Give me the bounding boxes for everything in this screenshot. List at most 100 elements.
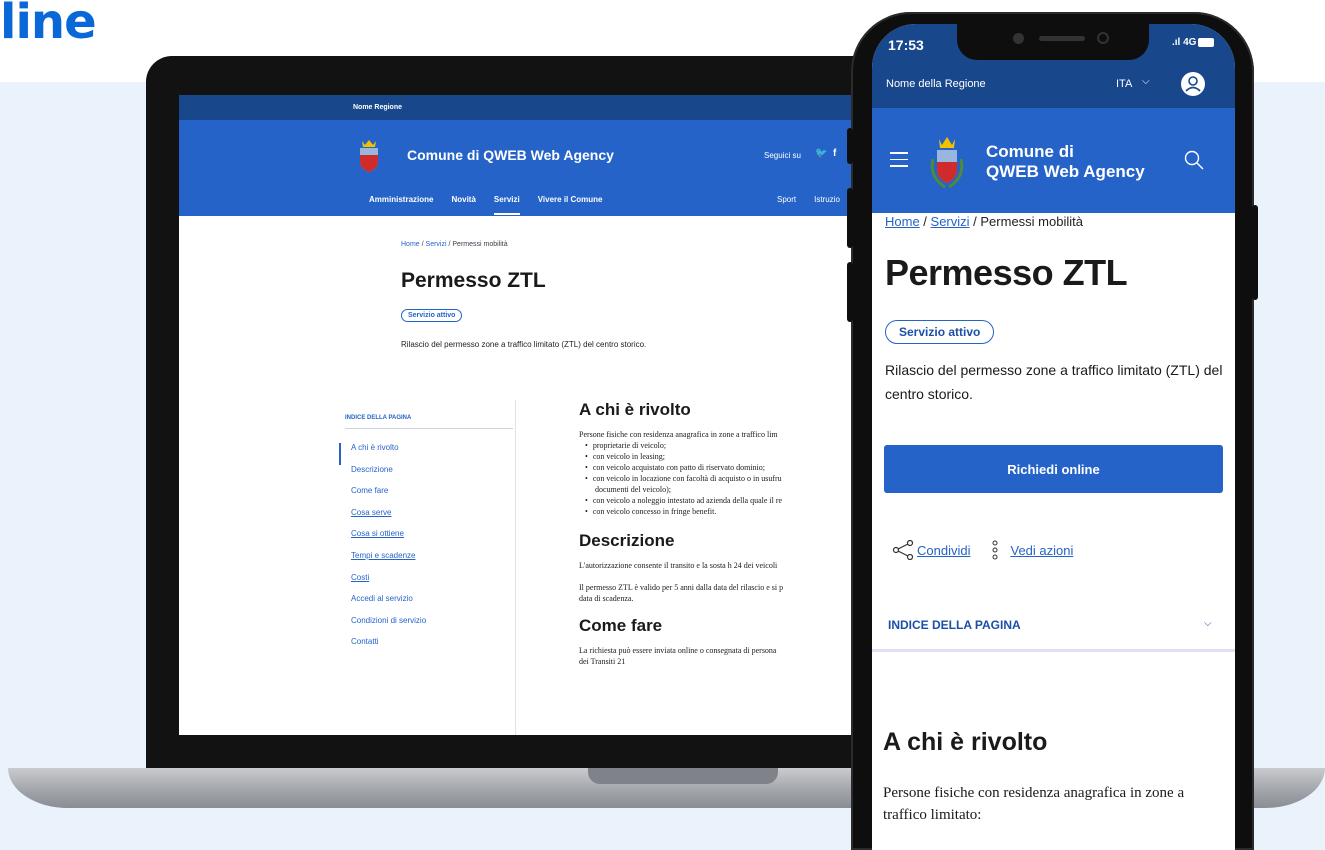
page-title: Permesso ZTL: [885, 252, 1128, 293]
network-label: 4G: [1183, 37, 1197, 48]
breadcrumb-current: Permessi mobilità: [452, 241, 508, 248]
main-nav: Amministrazione Novità Servizi Vivere il…: [369, 195, 602, 215]
share-link[interactable]: Condividi: [917, 543, 970, 558]
page-actions: Condividi Vedi azioni: [892, 540, 1073, 560]
index-item[interactable]: A chi è rivolto: [339, 443, 426, 465]
follow-label: Seguici su: [764, 151, 801, 160]
index-item[interactable]: Descrizione: [351, 465, 426, 487]
page-description: Rilascio del permesso zone a traffico li…: [885, 362, 1223, 402]
region-bar: Nome della Regione ITA ⌵: [872, 62, 1235, 108]
section-text: Persone fisiche con residenza anagrafica…: [579, 430, 778, 439]
hamburger-menu-icon[interactable]: [890, 152, 908, 172]
region-name[interactable]: Nome Regione: [353, 104, 402, 111]
nav-vivere[interactable]: Vivere il Comune: [538, 195, 603, 215]
breadcrumb: Home / Servizi / Permessi mobilità: [401, 241, 508, 248]
index-item[interactable]: Contatti: [351, 637, 426, 659]
region-name[interactable]: Nome della Regione: [886, 78, 986, 90]
request-online-button[interactable]: Richiedi online: [884, 445, 1223, 493]
nav-sport[interactable]: Sport: [777, 195, 796, 204]
more-actions-icon[interactable]: [992, 540, 998, 560]
sensor-icon: [1097, 32, 1109, 44]
language-selector[interactable]: ITA: [1116, 78, 1132, 90]
actions-link[interactable]: Vedi azioni: [1010, 543, 1073, 558]
facebook-icon[interactable]: f: [833, 148, 836, 159]
list-item: con veicolo a noleggio intestato ad azie…: [585, 495, 879, 506]
site-header: Comune di QWEB Web Agency Seguici su 🐦 f…: [179, 120, 879, 216]
index-item[interactable]: Come fare: [351, 486, 426, 508]
breadcrumb-home[interactable]: Home: [885, 214, 920, 229]
site-brand[interactable]: Comune di QWEB Web Agency: [407, 147, 614, 163]
index-item[interactable]: Condizioni di servizio: [351, 616, 426, 638]
who-list: proprietarie di veicolo; con veicolo in …: [585, 440, 879, 517]
index-item[interactable]: Cosa serve: [351, 508, 426, 530]
signal-icon: .ıl 4G: [1172, 37, 1197, 48]
coat-of-arms-icon[interactable]: [927, 135, 967, 195]
breadcrumb-current: Permessi mobilità: [980, 214, 1083, 229]
site-header: Comune di QWEB Web Agency: [872, 108, 1235, 213]
share-icon[interactable]: [892, 540, 914, 560]
chevron-down-icon[interactable]: ⌵: [1204, 618, 1212, 629]
page-title: Permesso ZTL: [401, 269, 546, 292]
breadcrumb-home[interactable]: Home: [401, 241, 420, 248]
section-title-desc: Descrizione: [579, 531, 675, 550]
list-item: con veicolo acquistato con patto di rise…: [585, 462, 879, 473]
page-index-label: INDICE DELLA PAGINA: [345, 415, 412, 421]
camera-icon: [1013, 33, 1024, 44]
speaker-icon: [1039, 36, 1085, 41]
page-index: A chi è rivolto Descrizione Come fare Co…: [339, 443, 426, 659]
nav-istruzione[interactable]: Istruzio: [814, 195, 840, 204]
phone-side-button: [847, 188, 853, 248]
section-title: A chi è rivolto: [883, 728, 1048, 756]
hero-title: line: [0, 0, 97, 50]
site-brand[interactable]: Comune di QWEB Web Agency: [986, 142, 1145, 182]
section-text: Il permesso ZTL è valido per 5 anni dall…: [579, 583, 784, 592]
nav-amministrazione[interactable]: Amministrazione: [369, 195, 433, 215]
section-text: L'autorizzazione consente il transito e …: [579, 561, 778, 570]
section-title-who: A chi è rivolto: [579, 400, 691, 419]
list-item: con veicolo in leasing;: [585, 451, 879, 462]
coat-of-arms-icon[interactable]: [357, 139, 381, 173]
index-vertical-divider: [515, 400, 516, 735]
phone-power-button: [1252, 205, 1258, 300]
section-text: La richiesta può essere inviata online o…: [579, 646, 777, 655]
breadcrumb: Home / Servizi / Permessi mobilità: [885, 214, 1083, 229]
section-text: data di scadenza.: [579, 594, 634, 603]
list-item: con veicolo in locazione con facoltà di …: [585, 473, 879, 484]
breadcrumb-servizi[interactable]: Servizi: [426, 241, 447, 248]
twitter-icon[interactable]: 🐦: [815, 148, 827, 159]
status-badge: Servizio attivo: [401, 309, 463, 322]
page-index-toggle[interactable]: INDICE DELLA PAGINA ⌵: [872, 606, 1235, 652]
nav-novita[interactable]: Novità: [451, 195, 475, 215]
search-icon[interactable]: [1184, 150, 1204, 170]
page-subtitle: Rilascio del permesso zone a traffico li…: [401, 340, 647, 349]
nav-servizi[interactable]: Servizi: [493, 195, 520, 215]
list-item: proprietarie di veicolo;: [585, 440, 879, 451]
chevron-down-icon[interactable]: ⌵: [1142, 76, 1150, 87]
list-item: con veicolo concesso in fringe benefit.: [585, 506, 879, 517]
region-bar: Nome Regione: [179, 95, 879, 120]
secondary-nav: Sport Istruzio: [777, 195, 840, 204]
phone-side-button: [847, 262, 853, 322]
index-item[interactable]: Tempi e scadenze: [351, 551, 426, 573]
laptop-screen: Nome Regione Comune di QWEB Web Agency S…: [179, 95, 879, 735]
main-content: A chi è rivolto Persone fisiche con resi…: [579, 400, 879, 667]
social-icons[interactable]: 🐦 f: [815, 148, 836, 159]
phone-side-button: [847, 128, 853, 164]
brand-line: QWEB Web Agency: [986, 162, 1145, 181]
status-time: 17:53: [888, 37, 924, 53]
list-item: documenti del veicolo);: [595, 485, 671, 494]
section-text: Persone fisiche con residenza anagrafica…: [883, 785, 1185, 823]
index-item[interactable]: Cosa si ottiene: [351, 529, 426, 551]
page-index-label: INDICE DELLA PAGINA: [888, 618, 1021, 632]
battery-icon: [1198, 38, 1214, 47]
dynamic-island: [957, 24, 1149, 60]
section-text: dei Transiti 21: [579, 657, 626, 666]
breadcrumb-servizi[interactable]: Servizi: [931, 214, 970, 229]
index-item[interactable]: Costi: [351, 573, 426, 595]
user-avatar-icon[interactable]: [1181, 72, 1205, 96]
phone-screen: 17:53 .ıl 4G Nome della Regione ITA ⌵ Co…: [872, 24, 1235, 850]
status-badge: Servizio attivo: [885, 320, 995, 344]
brand-line: Comune di: [986, 142, 1074, 161]
section-title-how: Come fare: [579, 616, 663, 635]
index-item[interactable]: Accedi al servizio: [351, 594, 426, 616]
